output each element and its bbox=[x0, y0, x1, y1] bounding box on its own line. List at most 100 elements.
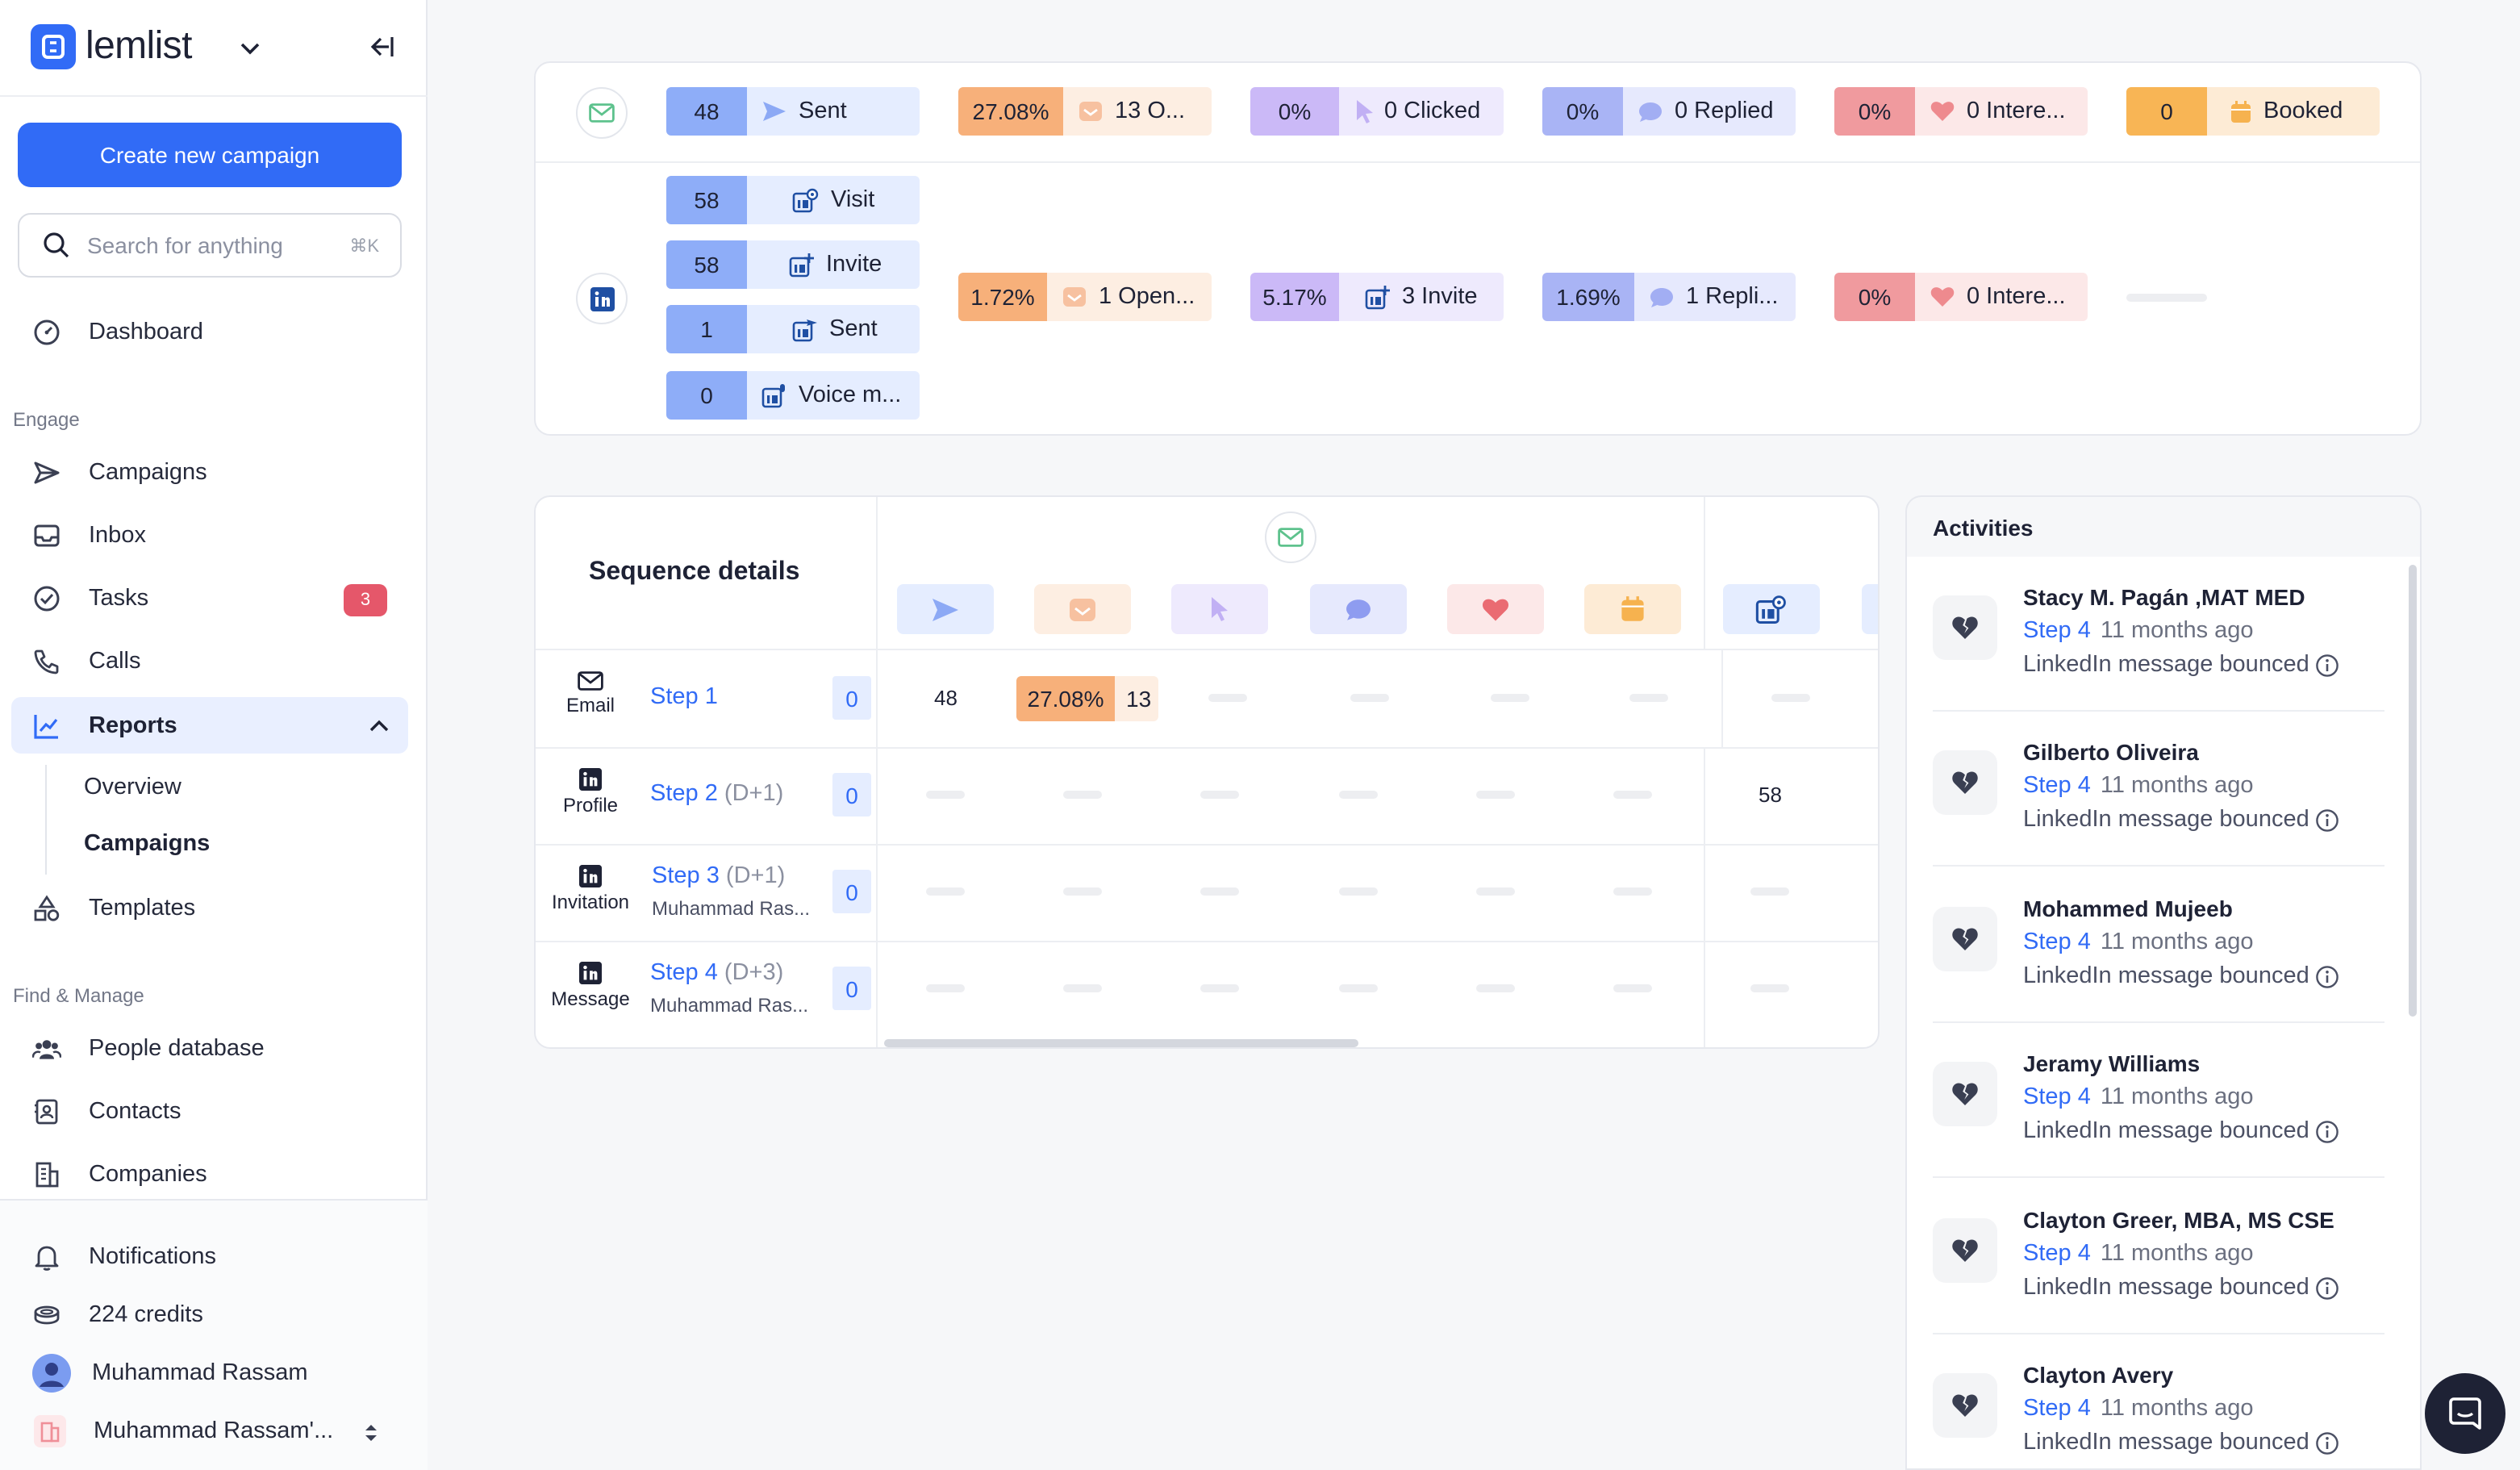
horizontal-scrollbar[interactable] bbox=[884, 1039, 1358, 1047]
email-clicked-stat[interactable]: 0% 0 Clicked bbox=[1250, 87, 1504, 136]
info-icon[interactable] bbox=[2316, 1119, 2340, 1143]
activity-item[interactable]: Stacy M. Pagán ,MAT MED Step 4 11 months … bbox=[1933, 557, 2384, 712]
timestamp: 11 months ago bbox=[2100, 1084, 2254, 1110]
nav-inbox[interactable]: Inbox bbox=[32, 520, 146, 552]
step-name[interactable]: Step 2 (D+1) bbox=[650, 781, 783, 807]
step-link[interactable]: Step 4 bbox=[2023, 1241, 2091, 1267]
linkedin-replied-stat[interactable]: 1.69% 1 Repli... bbox=[1542, 273, 1796, 321]
subnav-line bbox=[45, 765, 47, 875]
step-link[interactable]: Step 4 bbox=[2023, 1396, 2091, 1422]
step-type: Invitation bbox=[536, 865, 645, 913]
column-replied-header[interactable] bbox=[1310, 584, 1407, 634]
chevron-up-icon[interactable] bbox=[366, 713, 392, 739]
nav-campaigns[interactable]: Campaigns bbox=[32, 457, 207, 489]
linkedin-voice-stat[interactable]: 0 Voice m... bbox=[666, 371, 920, 420]
activity-item[interactable]: Mohammed Mujeeb Step 4 11 months ago Link… bbox=[1933, 868, 2384, 1023]
linkedin-opened-stat[interactable]: 1.72% 1 Open... bbox=[958, 273, 1212, 321]
column-clicked-header[interactable] bbox=[1171, 584, 1268, 634]
contact-name[interactable]: Jeramy Williams bbox=[2023, 1050, 2200, 1076]
nav-dashboard[interactable]: Dashboard bbox=[32, 316, 203, 349]
step-link[interactable]: Step 4 bbox=[650, 960, 718, 986]
email-sent-stat[interactable]: 48 Sent bbox=[666, 87, 920, 136]
nav-tasks[interactable]: Tasks bbox=[32, 583, 148, 615]
nav-companies[interactable]: Companies bbox=[32, 1159, 207, 1191]
activity-item[interactable]: Clayton Avery Step 4 11 months ago Linked… bbox=[1933, 1334, 2384, 1468]
activity-item[interactable]: Clayton Greer, MBA, MS CSE Step 4 11 mont… bbox=[1933, 1180, 2384, 1334]
step-link[interactable]: Step 4 bbox=[2023, 618, 2091, 644]
contact-name[interactable]: Clayton Greer, MBA, MS CSE bbox=[2023, 1207, 2334, 1233]
linkedin-accepted-stat[interactable]: 5.17% 3 Invite bbox=[1250, 273, 1504, 321]
linkedin-visit-icon bbox=[1755, 594, 1788, 624]
check-circle-icon bbox=[32, 584, 61, 613]
linkedin-visit-stat[interactable]: 58 Visit bbox=[666, 176, 920, 224]
nav-contacts[interactable]: Contacts bbox=[32, 1096, 181, 1128]
column-sent-header[interactable] bbox=[897, 584, 994, 634]
contact-name[interactable]: Stacy M. Pagán ,MAT MED bbox=[2023, 584, 2305, 610]
step-link[interactable]: Step 1 bbox=[650, 684, 718, 710]
stat-label: 1 Open... bbox=[1099, 284, 1195, 310]
search-input[interactable]: Search for anything ⌘K bbox=[18, 213, 402, 278]
info-icon[interactable] bbox=[2316, 653, 2340, 677]
activity-item[interactable]: Jeramy Williams Step 4 11 months ago Link… bbox=[1933, 1023, 2384, 1178]
email-opened-stat[interactable]: 27.08% 13 O... bbox=[958, 87, 1212, 136]
nav-notifications[interactable]: Notifications bbox=[32, 1241, 216, 1273]
linkedin-sent-stat[interactable]: 1 Sent bbox=[666, 305, 920, 353]
email-interested-stat[interactable]: 0% 0 Intere... bbox=[1834, 87, 2088, 136]
stat-value: 27.08% bbox=[958, 87, 1063, 136]
linkedin-invite-icon bbox=[1365, 284, 1391, 310]
nav-people-database[interactable]: People database bbox=[32, 1033, 265, 1065]
nav-calls[interactable]: Calls bbox=[32, 645, 140, 678]
activity-item[interactable]: Gilberto Oliveira Step 4 11 months ago Li… bbox=[1933, 712, 2384, 867]
step-name[interactable]: Step 1 bbox=[650, 684, 718, 710]
create-campaign-button[interactable]: Create new campaign bbox=[18, 123, 402, 187]
open-envelope-icon bbox=[1078, 98, 1104, 124]
nav-credits[interactable]: 224 credits bbox=[32, 1299, 203, 1331]
nav-label: Notifications bbox=[89, 1244, 216, 1270]
group-find-manage: Find & Manage bbox=[13, 984, 144, 1007]
contact-name[interactable]: Gilberto Oliveira bbox=[2023, 739, 2199, 765]
contact-name[interactable]: Clayton Avery bbox=[2023, 1362, 2173, 1388]
step-delay: (D+1) bbox=[724, 781, 784, 807]
column-interested-header[interactable] bbox=[1447, 584, 1544, 634]
step-link[interactable]: Step 4 bbox=[2023, 1084, 2091, 1110]
empty-cell bbox=[1750, 984, 1789, 992]
chevron-up-down-icon[interactable] bbox=[361, 1422, 381, 1444]
user-profile[interactable]: Muhammad Rassam bbox=[32, 1354, 308, 1393]
step-name[interactable]: Step 4 (D+3) bbox=[650, 960, 783, 986]
stat-label: 13 O... bbox=[1115, 98, 1186, 124]
linkedin-invite-stat[interactable]: 58 Invite bbox=[666, 240, 920, 289]
subnav-campaigns[interactable]: Campaigns bbox=[84, 831, 210, 857]
nav-reports[interactable]: Reports bbox=[32, 710, 177, 742]
column-next-header[interactable] bbox=[1862, 584, 1878, 634]
linkedin-interested-stat[interactable]: 0% 0 Intere... bbox=[1834, 273, 2088, 321]
email-replied-stat[interactable]: 0% 0 Replied bbox=[1542, 87, 1796, 136]
column-booked-header[interactable] bbox=[1584, 584, 1681, 634]
contact-name[interactable]: Mohammed Mujeeb bbox=[2023, 896, 2233, 921]
step-link[interactable]: Step 3 bbox=[652, 863, 720, 889]
collapse-sidebar-icon[interactable] bbox=[365, 32, 397, 61]
info-icon[interactable] bbox=[2316, 1430, 2340, 1455]
column-opened-header[interactable] bbox=[1034, 584, 1131, 634]
column-visit-header[interactable] bbox=[1723, 584, 1820, 634]
support-chat-button[interactable] bbox=[2425, 1373, 2505, 1454]
activity-message: LinkedIn message bounced bbox=[2023, 1118, 2340, 1144]
message-text: LinkedIn message bounced bbox=[2023, 1430, 2309, 1455]
workspace-switcher[interactable]: Muhammad Rassam'... bbox=[32, 1415, 333, 1447]
email-booked-stat[interactable]: 0 Booked bbox=[2126, 87, 2380, 136]
step-link[interactable]: Step 4 bbox=[2023, 929, 2091, 955]
info-icon[interactable] bbox=[2316, 808, 2340, 832]
brand[interactable]: lemlist bbox=[31, 24, 192, 69]
vertical-scrollbar[interactable] bbox=[2409, 565, 2417, 1017]
stat-label: 3 Invite bbox=[1402, 284, 1478, 310]
step-link[interactable]: Step 2 bbox=[650, 781, 718, 807]
info-icon[interactable] bbox=[2316, 1276, 2340, 1300]
subnav-overview[interactable]: Overview bbox=[84, 775, 181, 800]
workspace-icon bbox=[32, 1414, 68, 1449]
step-name[interactable]: Step 3 (D+1) bbox=[652, 863, 785, 889]
chevron-down-icon[interactable] bbox=[237, 35, 263, 61]
nav-templates[interactable]: Templates bbox=[32, 892, 195, 925]
info-icon[interactable] bbox=[2316, 964, 2340, 988]
step-link[interactable]: Step 4 bbox=[2023, 773, 2091, 799]
contact-card-icon bbox=[32, 1097, 61, 1126]
tasks-count-badge: 3 bbox=[344, 584, 387, 616]
